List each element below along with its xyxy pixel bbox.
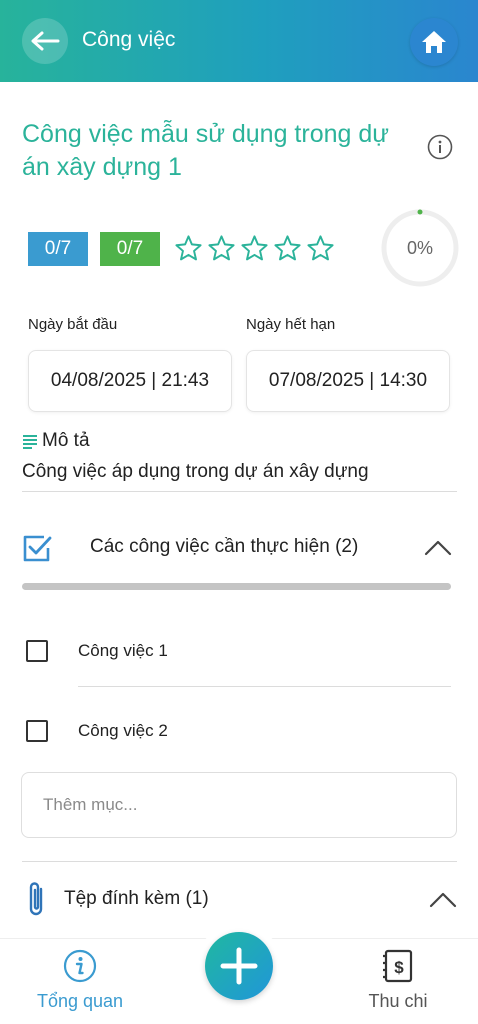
- star-icon[interactable]: [174, 234, 203, 263]
- end-date-label: Ngày hết hạn: [246, 316, 336, 333]
- nav-finance[interactable]: $ Thu chi: [338, 949, 458, 1012]
- text-lines-icon: [23, 435, 37, 449]
- divider: [78, 686, 451, 687]
- check-item-label: Công việc 1: [78, 641, 168, 660]
- checklist-icon: [23, 535, 52, 562]
- ledger-icon: $: [383, 949, 413, 983]
- nav-finance-label: Thu chi: [368, 991, 428, 1011]
- description-text[interactable]: Công việc áp dụng trong dự án xây dựng: [22, 461, 369, 483]
- rating-stars[interactable]: [174, 234, 335, 263]
- info-icon[interactable]: [427, 134, 453, 160]
- plus-icon: [220, 947, 258, 985]
- nav-overview-label: Tổng quan: [36, 991, 124, 1011]
- add-button[interactable]: [205, 932, 273, 1000]
- arrow-left-icon: [31, 31, 60, 51]
- info-icon: [63, 949, 97, 983]
- nav-overview[interactable]: Tổng quan: [20, 949, 140, 1012]
- completed-count-badge: 0/7: [100, 232, 160, 266]
- page-title: Công việc: [82, 28, 176, 51]
- subtask-count-badge: 0/7: [28, 232, 88, 266]
- start-date-label: Ngày bắt đầu: [28, 316, 118, 333]
- home-button[interactable]: [410, 18, 458, 66]
- progress-percent: 0%: [406, 237, 433, 258]
- divider: [22, 491, 457, 492]
- checkbox[interactable]: [26, 720, 48, 742]
- back-button[interactable]: [22, 18, 68, 64]
- check-item-label: Công việc 2: [78, 721, 168, 740]
- star-icon[interactable]: [240, 234, 269, 263]
- description-label: Mô tả: [42, 430, 90, 451]
- start-date-field[interactable]: 04/08/2025 | 21:43: [28, 350, 232, 412]
- star-icon[interactable]: [207, 234, 236, 263]
- app-header: Công việc: [0, 0, 478, 82]
- attachments-title: Tệp đính kèm (1): [64, 888, 209, 909]
- end-date-field[interactable]: 07/08/2025 | 14:30: [246, 350, 450, 412]
- list-item[interactable]: Công việc 1: [26, 638, 168, 664]
- checklist-title: Các công việc cần thực hiện (2): [90, 536, 359, 557]
- description-heading: Mô tả: [22, 430, 90, 452]
- add-item-input[interactable]: [21, 772, 457, 838]
- svg-text:$: $: [394, 958, 404, 977]
- chevron-up-icon[interactable]: [423, 537, 453, 557]
- checklist-progress-bar: [22, 583, 451, 590]
- divider: [22, 861, 457, 862]
- list-item[interactable]: Công việc 2: [26, 718, 168, 744]
- star-icon[interactable]: [306, 234, 335, 263]
- checkbox[interactable]: [26, 640, 48, 662]
- star-icon[interactable]: [273, 234, 302, 263]
- home-icon: [422, 31, 446, 53]
- paperclip-icon: [29, 882, 43, 916]
- chevron-up-icon[interactable]: [428, 889, 458, 909]
- task-title: Công việc mẫu sử dụng trong dự án xây dự…: [22, 120, 390, 181]
